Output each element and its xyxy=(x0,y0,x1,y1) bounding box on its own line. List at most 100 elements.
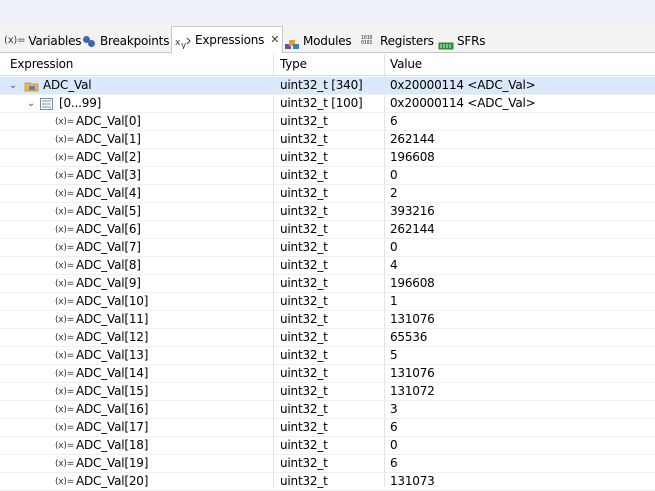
column-header-value[interactable]: Value xyxy=(390,54,422,75)
value-cell[interactable]: 1 xyxy=(390,293,654,311)
expression-cell: (x)= ADC_Val[3] xyxy=(0,167,272,185)
table-row[interactable]: (x)= ADC_Val[2] uint32_t 196608 xyxy=(0,149,655,167)
expression-name: ADC_Val xyxy=(43,78,92,92)
column-header: Expression Type Value xyxy=(0,54,655,76)
type-cell: uint32_t xyxy=(280,348,328,362)
type-cell: uint32_t xyxy=(280,456,328,470)
table-row[interactable]: (x)= ADC_Val[0] uint32_t 6 xyxy=(0,113,655,131)
expression-name: ADC_Val[3] xyxy=(76,168,141,182)
variable-icon: (x)= xyxy=(55,333,75,343)
tab-expressions[interactable]: xy Expressions ✕ xyxy=(171,26,284,53)
type-cell: uint32_t xyxy=(280,438,328,452)
table-row[interactable]: (x)= ADC_Val[10] uint32_t 1 xyxy=(0,293,655,311)
table-row[interactable]: (x)= ADC_Val[4] uint32_t 2 xyxy=(0,185,655,203)
table-row[interactable]: (x)= ADC_Val[1] uint32_t 262144 xyxy=(0,131,655,149)
variables-icon: (x)= xyxy=(4,34,26,46)
table-row[interactable]: (x)= ADC_Val[11] uint32_t 131076 xyxy=(0,311,655,329)
tab-modules-label: Modules xyxy=(303,33,352,48)
value-cell[interactable]: 6 xyxy=(390,419,654,437)
expression-name: ADC_Val[10] xyxy=(76,294,149,308)
value-cell[interactable]: 65536 xyxy=(390,329,654,347)
sfrs-icon xyxy=(438,36,454,49)
expression-name: ADC_Val[2] xyxy=(76,150,141,164)
tab-modules[interactable]: Modules xyxy=(284,28,352,53)
chevron-down-icon[interactable]: ⌄ xyxy=(8,77,18,95)
tab-registers-label: Registers xyxy=(380,33,434,48)
type-cell: uint32_t xyxy=(280,114,328,128)
value-cell[interactable]: 0 xyxy=(390,167,654,185)
tab-registers[interactable]: 1010 0101 Registers xyxy=(361,28,434,53)
expression-name: ADC_Val[16] xyxy=(76,402,149,416)
value-cell[interactable]: 0 xyxy=(390,437,654,455)
value-cell[interactable]: 131076 xyxy=(390,311,654,329)
value-cell[interactable]: 393216 xyxy=(390,203,654,221)
tab-breakpoints[interactable]: Breakpoints xyxy=(82,28,169,53)
tab-sfrs-label: SFRs xyxy=(457,33,486,48)
expression-cell: (x)= ADC_Val[10] xyxy=(0,293,272,311)
table-row[interactable]: (x)= ADC_Val[17] uint32_t 6 xyxy=(0,419,655,437)
table-row[interactable]: (x)= ADC_Val[14] uint32_t 131076 xyxy=(0,365,655,383)
expression-cell: (x)= ADC_Val[4] xyxy=(0,185,272,203)
table-row[interactable]: (x)= ADC_Val[9] uint32_t 196608 xyxy=(0,275,655,293)
table-row[interactable]: (x)= ADC_Val[6] uint32_t 262144 xyxy=(0,221,655,239)
variable-icon: (x)= xyxy=(55,423,75,433)
value-cell[interactable]: 131072 xyxy=(390,383,654,401)
expression-cell: (x)= ADC_Val[7] xyxy=(0,239,272,257)
expression-name: [0...99] xyxy=(59,96,102,110)
expression-name: ADC_Val[12] xyxy=(76,330,149,344)
variable-icon: (x)= xyxy=(55,207,75,217)
value-cell[interactable]: 0x20000114 <ADC_Val> xyxy=(390,95,654,113)
value-cell[interactable]: 0x20000114 <ADC_Val> xyxy=(390,77,654,95)
table-row[interactable]: (x)= ADC_Val[3] uint32_t 0 xyxy=(0,167,655,185)
table-row[interactable]: (x)= ADC_Val[18] uint32_t 0 xyxy=(0,437,655,455)
tab-variables[interactable]: (x)= Variables xyxy=(4,28,82,53)
value-cell[interactable]: 0 xyxy=(390,239,654,257)
expression-cell: (x)= ADC_Val[16] xyxy=(0,401,272,419)
tree-row-root[interactable]: ⌄ ADC_Val uint32_t [340] 0x20000114 <ADC_Va… xyxy=(0,77,655,95)
table-row[interactable]: (x)= ADC_Val[20] uint32_t 131073 xyxy=(0,473,655,491)
type-cell: uint32_t xyxy=(280,330,328,344)
value-cell[interactable]: 4 xyxy=(390,257,654,275)
type-cell: uint32_t xyxy=(280,150,328,164)
chevron-down-icon[interactable]: ⌄ xyxy=(26,95,36,113)
tree-row-range[interactable]: ⌄ [0...99] uint32_t [100] 0x20000114 <ADC_V… xyxy=(0,95,655,113)
value-cell[interactable]: 6 xyxy=(390,113,654,131)
column-header-type[interactable]: Type xyxy=(280,54,307,75)
table-row[interactable]: (x)= ADC_Val[15] uint32_t 131072 xyxy=(0,383,655,401)
expression-cell: (x)= ADC_Val[1] xyxy=(0,131,272,149)
expression-cell: ⌄ ADC_Val xyxy=(0,77,272,95)
value-cell[interactable]: 131073 xyxy=(390,473,654,491)
close-icon[interactable]: ✕ xyxy=(270,29,279,51)
value-cell[interactable]: 262144 xyxy=(390,131,654,149)
value-cell[interactable]: 196608 xyxy=(390,275,654,293)
value-cell[interactable]: 262144 xyxy=(390,221,654,239)
table-row[interactable]: (x)= ADC_Val[8] uint32_t 4 xyxy=(0,257,655,275)
value-cell[interactable]: 2 xyxy=(390,185,654,203)
value-cell[interactable]: 131076 xyxy=(390,365,654,383)
table-row[interactable]: (x)= ADC_Val[12] uint32_t 65536 xyxy=(0,329,655,347)
variable-icon: (x)= xyxy=(55,225,75,235)
view-tab-bar: (x)= Variables Breakpoints xy Expression… xyxy=(0,24,655,53)
type-cell: uint32_t [100] xyxy=(280,96,363,110)
expression-cell: (x)= ADC_Val[18] xyxy=(0,437,272,455)
variable-icon: (x)= xyxy=(55,261,75,271)
variable-icon: (x)= xyxy=(55,135,75,145)
table-row[interactable]: (x)= ADC_Val[5] uint32_t 393216 xyxy=(0,203,655,221)
table-row[interactable]: (x)= ADC_Val[16] uint32_t 3 xyxy=(0,401,655,419)
variable-icon: (x)= xyxy=(55,441,75,451)
type-cell: uint32_t xyxy=(280,312,328,326)
value-cell[interactable]: 5 xyxy=(390,347,654,365)
registers-icon: 1010 0101 xyxy=(361,34,373,46)
table-row[interactable]: (x)= ADC_Val[19] uint32_t 6 xyxy=(0,455,655,473)
tab-sfrs[interactable]: SFRs xyxy=(438,28,486,53)
table-row[interactable]: (x)= ADC_Val[7] uint32_t 0 xyxy=(0,239,655,257)
expression-name: ADC_Val[19] xyxy=(76,456,149,470)
expression-name: ADC_Val[14] xyxy=(76,366,149,380)
value-cell[interactable]: 196608 xyxy=(390,149,654,167)
variable-icon: (x)= xyxy=(55,153,75,163)
value-cell[interactable]: 6 xyxy=(390,455,654,473)
type-cell: uint32_t xyxy=(280,222,328,236)
table-row[interactable]: (x)= ADC_Val[13] uint32_t 5 xyxy=(0,347,655,365)
value-cell[interactable]: 3 xyxy=(390,401,654,419)
column-header-expression[interactable]: Expression xyxy=(10,54,73,75)
